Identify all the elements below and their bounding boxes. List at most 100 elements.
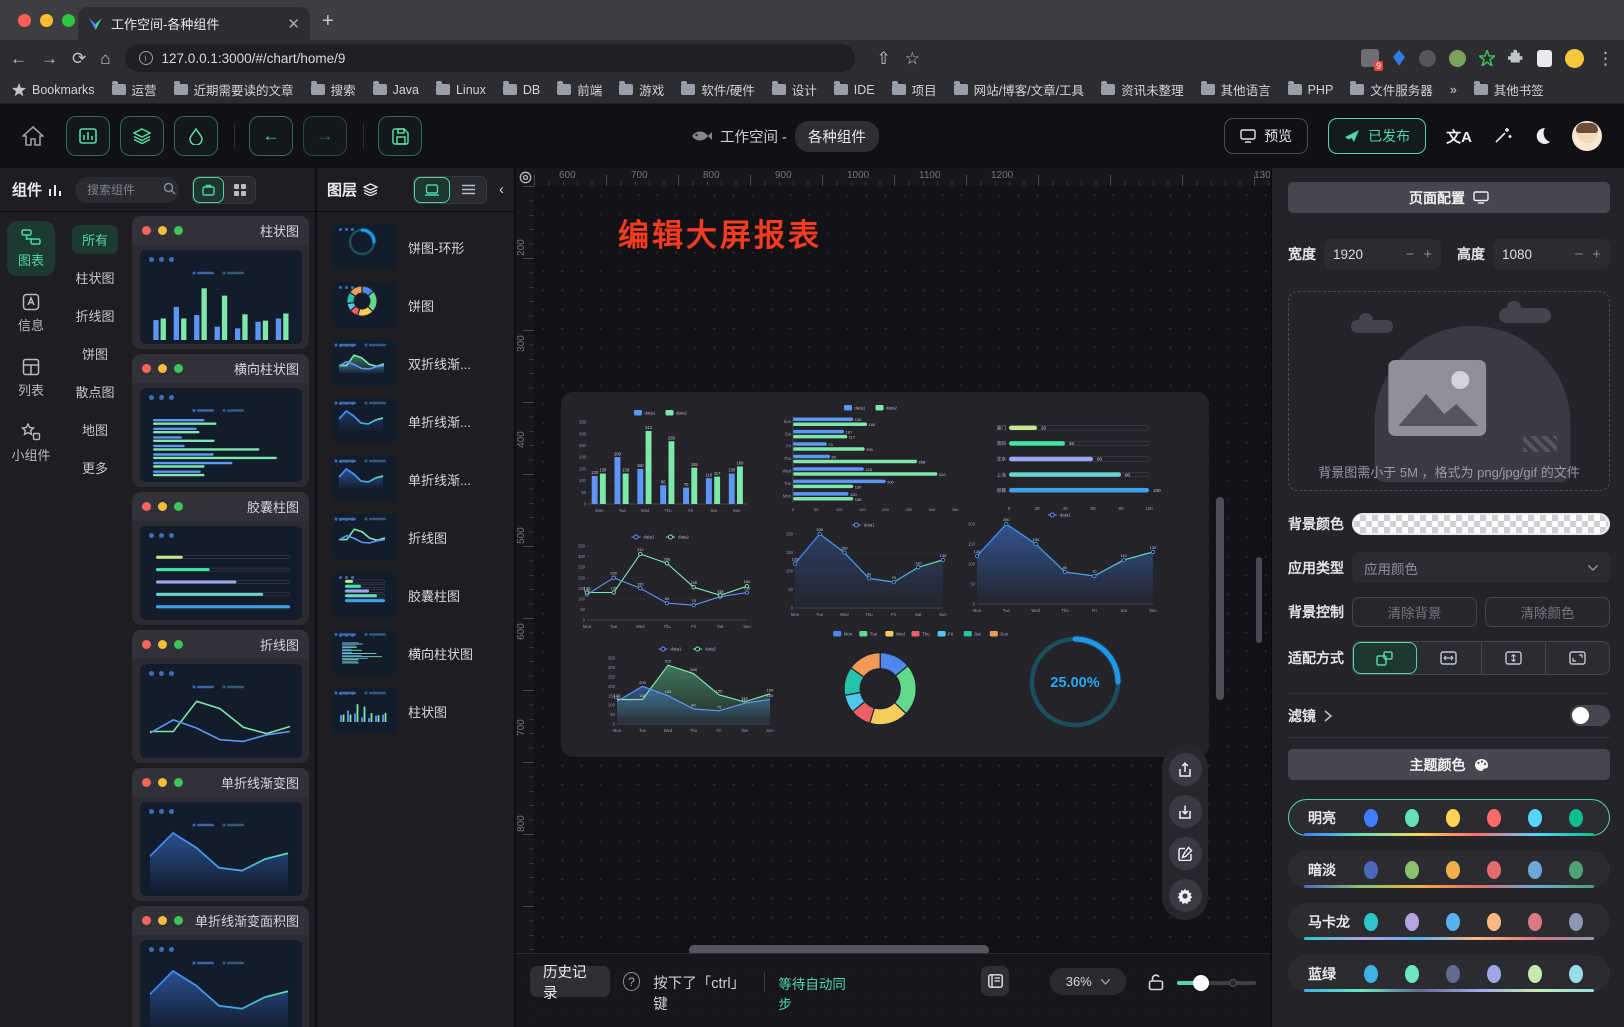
clear-background-button[interactable]: 清除背景	[1352, 597, 1477, 627]
bookmark-folder[interactable]: 网站/博客/文章/工具	[954, 80, 1084, 99]
component-thumbnail[interactable]	[140, 388, 302, 482]
category-item[interactable]: 所有	[72, 225, 118, 254]
category-item[interactable]: 地图	[72, 415, 118, 444]
canvas-chart-折线图[interactable]: 050100150200250300350data1data2120200150…	[571, 530, 753, 632]
width-input[interactable]: 1920−+	[1324, 239, 1441, 269]
import-button[interactable]	[1169, 795, 1202, 828]
component-thumbnail[interactable]	[140, 526, 302, 620]
magic-wand-icon[interactable]	[1492, 126, 1512, 146]
zoom-slider-knob[interactable]	[1193, 975, 1209, 991]
width-decrease[interactable]: −	[1405, 246, 1414, 263]
layer-item[interactable]: 单折线渐...	[317, 450, 514, 508]
canvas-chart-单折线渐变面积图[interactable]: 050100150200data11202001508070110130MonT…	[961, 508, 1161, 616]
canvas-chart-单折线渐变图[interactable]: 050100150200data11202001508070110130MonT…	[779, 518, 951, 620]
theme-row-明亮[interactable]: 明亮	[1288, 799, 1610, 836]
fit-scale-button[interactable]	[1353, 642, 1417, 674]
bookmark-folder[interactable]: PHP	[1288, 80, 1334, 99]
canvas-chart-group[interactable]: 050100150200250300350data1data2120130Mon…	[561, 392, 1209, 757]
publish-button[interactable]: 已发布	[1328, 118, 1426, 154]
canvas-chart-横向柱状图[interactable]: data1data2Sun130160Sat110117Fri73155Thu8…	[773, 402, 971, 514]
bookmark-folder[interactable]: 运营	[112, 80, 157, 99]
canvas-chart-胶囊柱图[interactable]: 厦门20南阳40北京60上海80新疆100020406080100	[983, 412, 1171, 514]
reading-list-icon[interactable]	[1537, 50, 1552, 67]
component-thumbnail[interactable]	[140, 940, 302, 1027]
forward-icon[interactable]: →	[41, 50, 58, 67]
bookmark-folder[interactable]: Java	[373, 80, 419, 99]
theme-color-header[interactable]: 主题颜色	[1288, 749, 1610, 780]
bookmark-folder[interactable]: 设计	[772, 80, 817, 99]
layer-item[interactable]: 横向柱状图	[317, 624, 514, 682]
browser-menu-icon[interactable]: ⋮	[1597, 50, 1614, 67]
background-upload-dropzone[interactable]: 背景图需小于 5M ，格式为 png/jpg/gif 的文件	[1288, 291, 1610, 491]
bookmarks-overflow-chevron[interactable]: »	[1450, 83, 1457, 97]
quick-note-button[interactable]	[981, 966, 1009, 996]
export-button[interactable]	[1169, 753, 1202, 786]
tab-close-icon[interactable]: ✕	[287, 15, 300, 33]
clear-color-button[interactable]: 清除颜色	[1485, 597, 1610, 627]
layer-item[interactable]: 双折线渐...	[317, 334, 514, 392]
editor-canvas[interactable]: 6007008009001000110012001300 20030040050…	[516, 168, 1270, 1027]
filter-toggle[interactable]	[1570, 705, 1610, 726]
rail-item-列表[interactable]: 列表	[7, 351, 55, 406]
fit-height-button[interactable]	[1482, 642, 1546, 674]
canvas-chart-双折线渐变面积图[interactable]: 050100150200250300350data1data2120200150…	[601, 642, 777, 736]
bookmark-folder[interactable]: 前端	[557, 80, 602, 99]
address-bar[interactable]: i 127.0.0.1:3000/#/chart/home/9	[125, 44, 855, 72]
extension-pin-icon[interactable]: 9	[1361, 49, 1379, 67]
rail-item-图表[interactable]: 图表	[7, 221, 55, 276]
collapse-panel-chevron[interactable]: ‹	[499, 181, 504, 198]
layer-view-thumbnail-button[interactable]	[414, 177, 450, 203]
component-thumbnail[interactable]	[140, 250, 302, 344]
layer-item[interactable]: 折线图	[317, 508, 514, 566]
bookmarks-manager[interactable]: Bookmarks	[12, 83, 95, 97]
component-card[interactable]: 单折线渐变图	[132, 768, 309, 901]
bookmark-star-icon[interactable]: ☆	[905, 50, 920, 67]
bookmark-folder[interactable]: Linux	[436, 80, 486, 99]
layer-item[interactable]: 饼图-环形	[317, 218, 514, 276]
layer-item[interactable]: 柱状图	[317, 682, 514, 740]
height-decrease[interactable]: −	[1574, 246, 1583, 263]
bg-color-picker[interactable]	[1352, 513, 1610, 535]
chevron-right-icon[interactable]	[1324, 710, 1333, 722]
component-card[interactable]: 单折线渐变面积图	[132, 906, 309, 1027]
toggle-layers-panel-button[interactable]	[120, 116, 164, 156]
bookmark-folder[interactable]: DB	[503, 80, 540, 99]
category-item[interactable]: 折线图	[65, 301, 124, 330]
component-thumbnail[interactable]	[140, 802, 302, 896]
canvas-text-component[interactable]: 编辑大屏报表	[618, 210, 822, 255]
other-bookmarks-folder[interactable]: 其他书签	[1474, 80, 1544, 99]
site-info-icon[interactable]: i	[139, 51, 153, 65]
bookmark-folder[interactable]: 游戏	[619, 80, 664, 99]
bookmark-folder[interactable]: 项目	[892, 80, 937, 99]
undo-button[interactable]: ←	[249, 116, 293, 156]
view-mode-kit-button[interactable]	[193, 177, 224, 203]
rail-item-信息[interactable]: 信息	[7, 286, 55, 341]
new-tab-button[interactable]: +	[322, 10, 334, 33]
lock-icon[interactable]	[1148, 973, 1164, 991]
project-name[interactable]: 各种组件	[795, 121, 879, 152]
zoom-select[interactable]: 36%	[1050, 968, 1126, 995]
back-icon[interactable]: ←	[10, 50, 27, 67]
share-icon[interactable]: ⇧	[877, 50, 891, 67]
theme-row-马卡龙[interactable]: 马卡龙	[1288, 903, 1610, 940]
page-config-header[interactable]: 页面配置	[1288, 182, 1610, 213]
zoom-slider[interactable]	[1177, 981, 1256, 985]
help-icon[interactable]: ?	[623, 972, 641, 991]
component-thumbnail[interactable]	[140, 664, 302, 758]
history-button[interactable]: 历史记录	[530, 966, 610, 997]
theme-row-蓝绿[interactable]: 蓝绿	[1288, 955, 1610, 992]
category-item[interactable]: 散点图	[65, 377, 124, 406]
extension-pointer-icon[interactable]	[1392, 50, 1406, 66]
category-item[interactable]: 柱状图	[65, 263, 124, 292]
edit-button[interactable]	[1169, 837, 1202, 870]
extension-star-icon[interactable]	[1479, 50, 1495, 66]
bookmark-folder[interactable]: 文件服务器	[1350, 80, 1433, 99]
canvas-chart-柱状图[interactable]: 050100150200250300350data1data2120130Mon…	[571, 406, 753, 516]
extension-circle-green-icon[interactable]	[1449, 50, 1466, 67]
browser-tab[interactable]: 工作空间-各种组件 ✕	[78, 7, 310, 40]
panel-scrollbar[interactable]	[1256, 557, 1262, 643]
preview-button[interactable]: 预览	[1224, 118, 1308, 154]
fit-stretch-button[interactable]	[1546, 642, 1609, 674]
language-switch-button[interactable]: 文A	[1446, 126, 1472, 147]
bookmark-folder[interactable]: 软件/硬件	[681, 80, 754, 99]
